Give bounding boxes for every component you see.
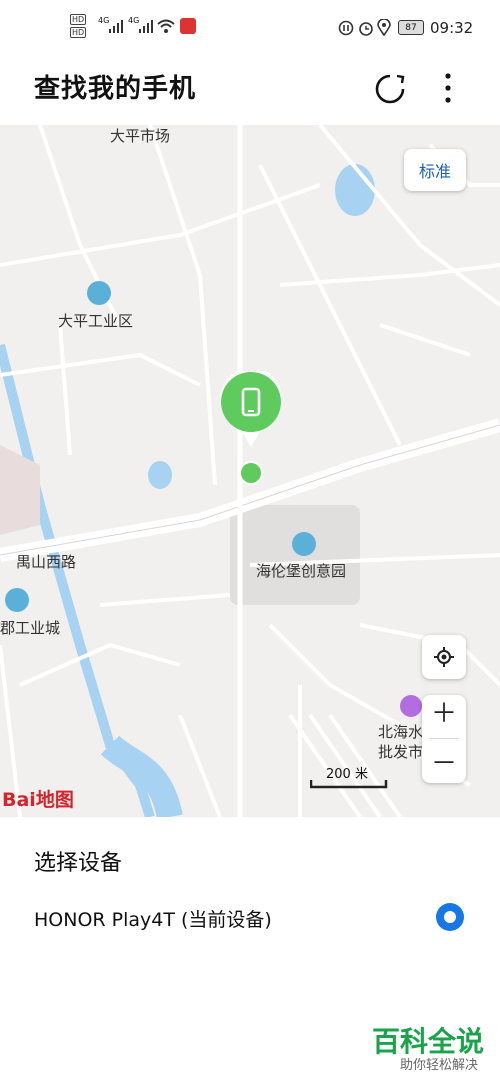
locate-button[interactable]: [422, 635, 466, 679]
battery-level: 87: [405, 22, 417, 33]
map-label: 禺山西路: [16, 553, 77, 571]
battery-icon: 87: [398, 20, 424, 35]
signal-icon: [139, 20, 153, 33]
device-position-dot: [239, 461, 263, 485]
alarm-icon: [359, 22, 373, 36]
building-poi-icon: [292, 532, 316, 556]
map-label: 北海水: [378, 723, 424, 741]
watermark-subtitle: 助你轻松解决: [399, 1058, 478, 1073]
app-notification-icon: [180, 18, 196, 34]
map-view[interactable]: 大平市场 大平工业区 禺山西路 海伦堡创意园 郡工业城 北海水 批发市 标准 ＋…: [0, 125, 500, 817]
map-label: 大平工业区: [58, 312, 134, 330]
refresh-icon[interactable]: [374, 73, 406, 105]
device-location-marker[interactable]: [218, 371, 284, 449]
nfc-icon: [338, 20, 354, 36]
map-label: 海伦堡创意园: [256, 562, 347, 580]
more-options-icon[interactable]: [440, 72, 456, 104]
map-scale-bar: [310, 780, 388, 789]
map-label: 郡工业城: [0, 619, 61, 637]
zoom-control: ＋ －: [422, 695, 466, 783]
signal-icon: [109, 20, 123, 33]
page-title: 查找我的手机: [34, 74, 197, 104]
location-icon: [377, 19, 391, 36]
status-bar: HD HD 4G 4G 87 09:32: [0, 0, 500, 56]
baidu-map-logo: Bai地图: [2, 789, 74, 811]
wifi-icon: [157, 19, 175, 33]
hd-badge: HD: [70, 14, 87, 25]
map-style-button[interactable]: 标准: [404, 149, 466, 191]
shopping-poi-icon: [400, 695, 422, 717]
radio-dot: [444, 911, 456, 923]
divider: [429, 738, 459, 740]
building-poi-icon: [87, 281, 111, 305]
select-device-title: 选择设备: [34, 851, 123, 876]
device-radio-selected[interactable]: [436, 903, 464, 931]
zoom-out-button[interactable]: －: [431, 751, 457, 777]
zoom-in-button[interactable]: ＋: [431, 701, 457, 727]
map-label: 大平市场: [110, 127, 171, 145]
hd-indicators: HD HD: [70, 14, 87, 38]
map-label: 批发市: [378, 743, 424, 761]
crosshair-icon: [434, 647, 454, 667]
clock: 09:32: [430, 19, 474, 37]
building-poi-icon: [5, 588, 29, 612]
device-name[interactable]: HONOR Play4T (当前设备): [34, 905, 272, 932]
hd-badge: HD: [70, 27, 87, 38]
